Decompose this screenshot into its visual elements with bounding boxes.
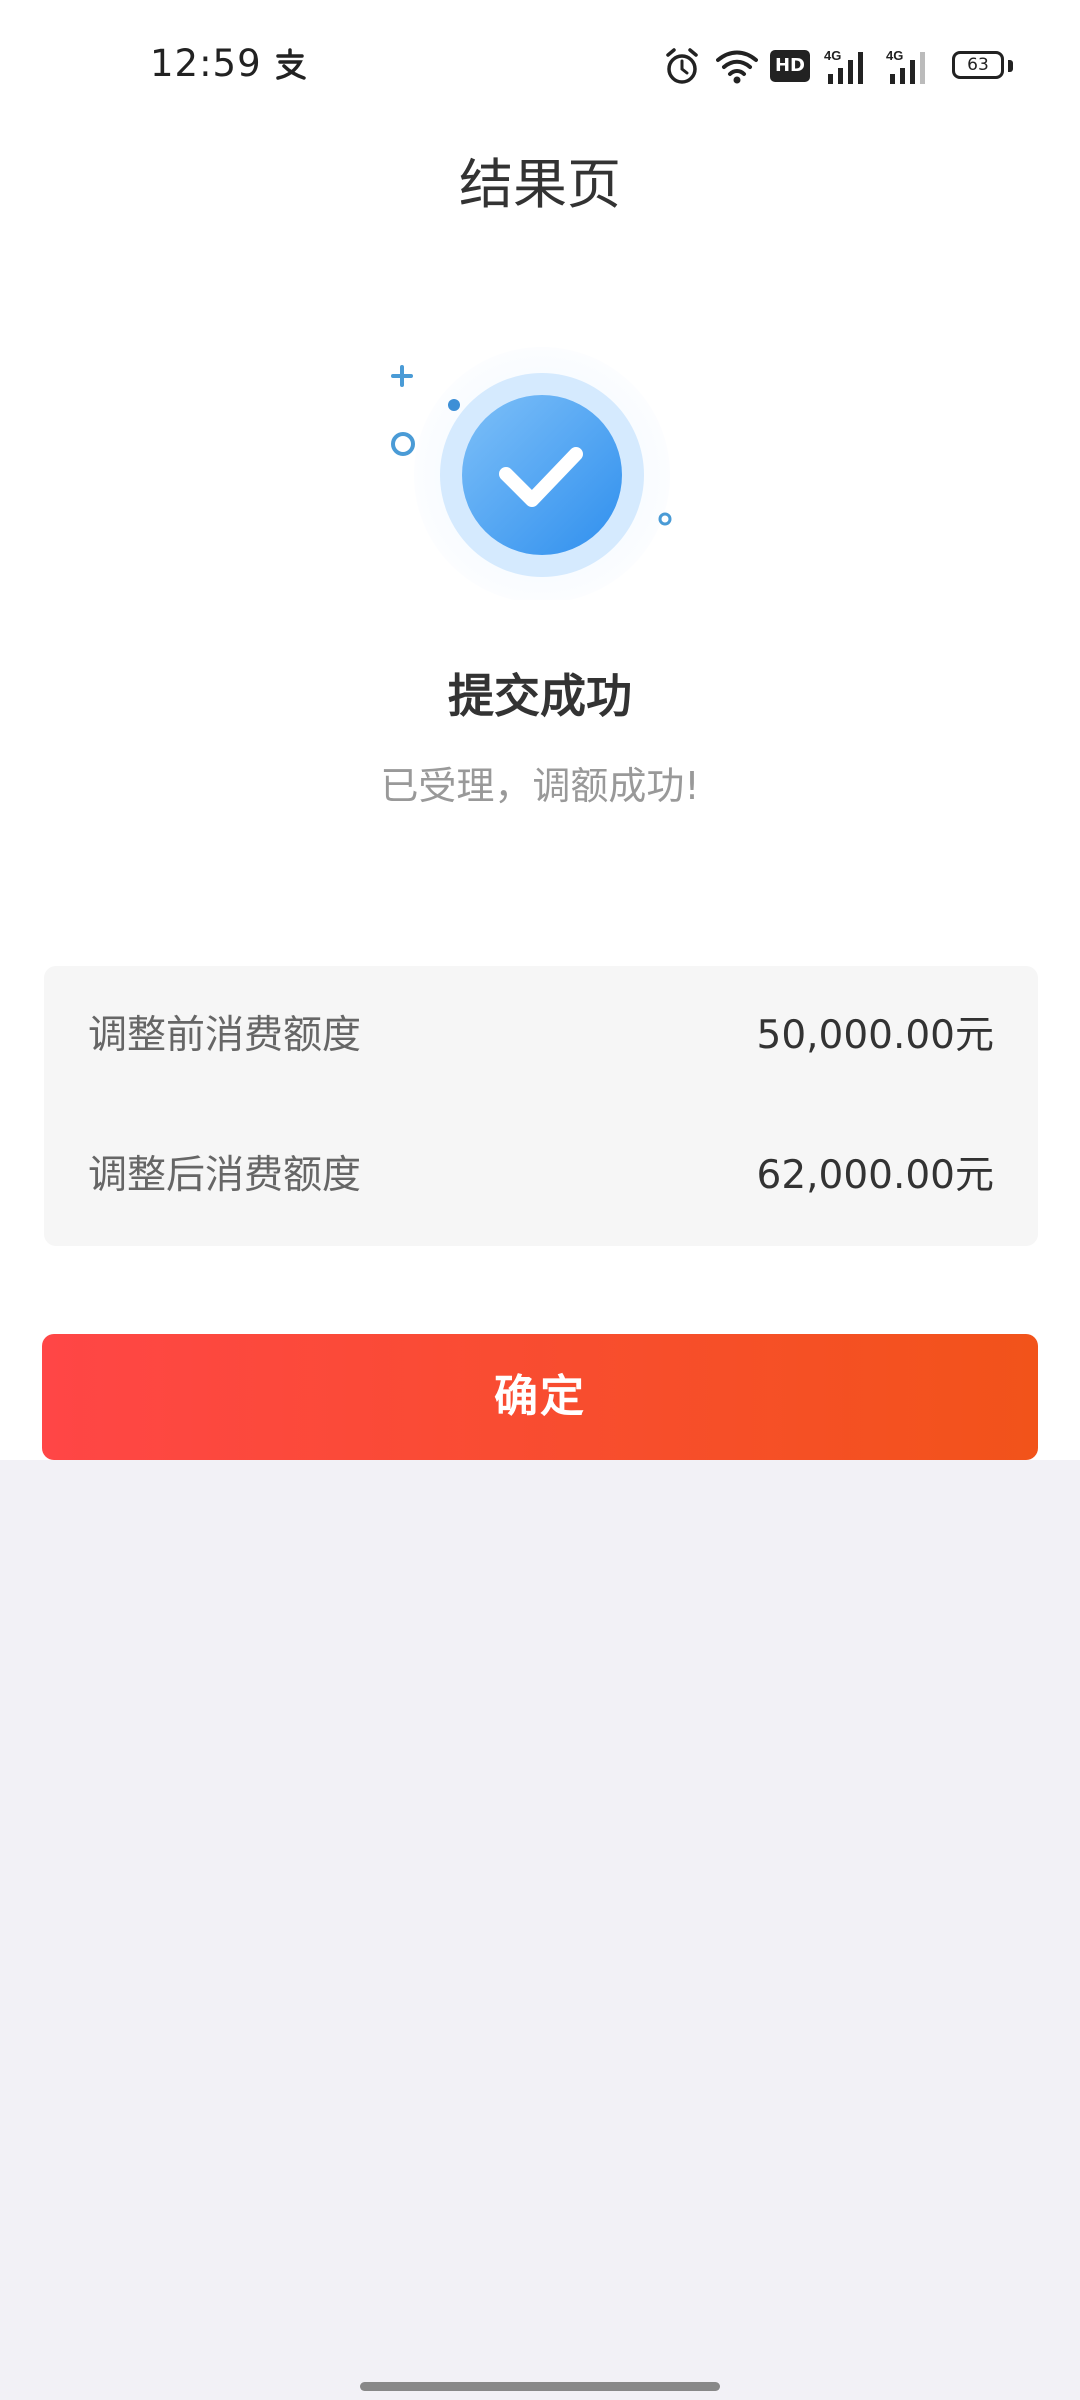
hd-icon: HD bbox=[770, 50, 810, 82]
signal-4g-icon: 4G bbox=[886, 48, 925, 84]
limit-before-label: 调整前消费额度 bbox=[88, 1013, 362, 1058]
confirm-button[interactable]: 确定 bbox=[42, 1334, 1038, 1460]
wifi-icon bbox=[716, 50, 758, 84]
limit-before-value: 50,000.00元 bbox=[756, 1013, 995, 1058]
page-title: 结果页 bbox=[459, 153, 621, 216]
signal-4g-icon: 4G bbox=[824, 48, 863, 84]
limit-after-label: 调整后消费额度 bbox=[88, 1153, 362, 1198]
alarm-icon bbox=[666, 48, 698, 84]
status-icons: HD 4G 4G 63 bbox=[664, 48, 1014, 88]
limit-before-row: 调整前消费额度 50,000.00元 bbox=[88, 1006, 994, 1066]
result-subtitle: 已受理，调额成功! bbox=[380, 764, 700, 808]
home-indicator[interactable] bbox=[360, 2382, 720, 2391]
battery-cap bbox=[1008, 60, 1013, 72]
battery-icon: 63 bbox=[952, 51, 1004, 79]
result-title: 提交成功 bbox=[448, 669, 632, 723]
status-time: 12:59 bbox=[150, 42, 262, 85]
check-circle-icon bbox=[391, 347, 672, 600]
alipay-icon bbox=[276, 48, 306, 80]
limit-after-row: 调整后消费额度 62,000.00元 bbox=[88, 1146, 994, 1206]
limit-after-value: 62,000.00元 bbox=[756, 1153, 995, 1198]
svg-text:4G: 4G bbox=[886, 48, 903, 63]
svg-text:4G: 4G bbox=[824, 48, 841, 63]
status-bar: 12:59 HD 4G 4G 63 bbox=[0, 0, 1080, 130]
